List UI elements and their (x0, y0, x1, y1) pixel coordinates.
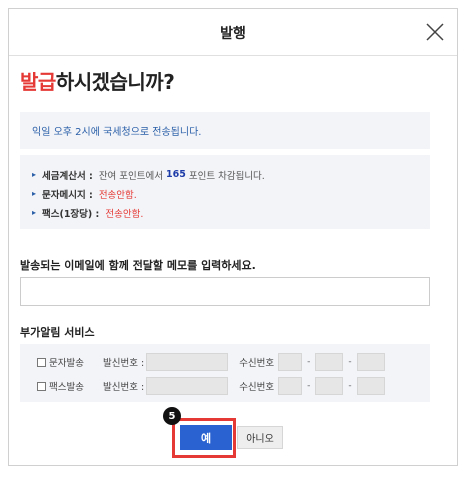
fax-sender-number-field[interactable] (146, 377, 229, 395)
alert-service-label: 부가알림 서비스 (20, 326, 95, 339)
detail-label: 세금계산서 : (42, 170, 93, 182)
step-highlight-box (172, 418, 236, 458)
detail-row-sms: ▸ 문자메시지 : 전송안함. (32, 184, 418, 203)
detail-label: 문자메시지 : (42, 189, 93, 201)
dialog-header: 발행 (9, 9, 457, 56)
bullet-icon: ▸ (32, 189, 37, 198)
sender-label: 발신번호 : (103, 382, 145, 393)
heading-accent: 발급 (20, 70, 56, 94)
point-number: 165 (166, 169, 186, 180)
memo-input[interactable] (20, 277, 430, 306)
bullet-icon: ▸ (32, 170, 37, 179)
receiver-label: 수신번호 (239, 382, 275, 393)
close-icon[interactable] (423, 20, 447, 44)
sender-label: 발신번호 : (103, 358, 145, 369)
sms-receiver-part3[interactable] (356, 353, 385, 371)
fax-receiver-part2[interactable] (315, 377, 344, 395)
detail-row-tax-invoice: ▸ 세금계산서 : 잔여 포인트에서 165 포인트 차감됩니다. (32, 165, 418, 184)
detail-value: 전송안함. (105, 208, 144, 220)
heading-rest: 하시겠습니까? (55, 70, 175, 94)
memo-label: 발송되는 이메일에 함께 전달할 메모를 입력하세요. (20, 259, 256, 272)
alert-service-box: 문자발송 발신번호 : 수신번호 - - 팩스발송 발신번호 : 수신번호 - … (20, 344, 430, 402)
sms-checkbox[interactable] (37, 357, 46, 367)
sms-receiver-part1[interactable] (278, 353, 303, 371)
dash: - (348, 381, 352, 391)
sms-sender-number-field[interactable] (146, 353, 229, 371)
dash: - (307, 357, 311, 367)
sms-label: 문자발송 (49, 358, 84, 369)
fax-checkbox[interactable] (37, 381, 46, 391)
fax-receiver-part3[interactable] (356, 377, 385, 395)
detail-value: 전송안함. (98, 189, 137, 201)
detail-text: 포인트 차감됩니다. (188, 170, 265, 182)
confirm-heading: 발급하시겠습니까? (20, 66, 175, 95)
detail-text: 잔여 포인트에서 (98, 170, 164, 182)
dash: - (348, 357, 352, 367)
sms-row: 문자발송 발신번호 : 수신번호 - - (20, 352, 385, 372)
detail-row-fax: ▸ 팩스(1장당) : 전송안함. (32, 203, 418, 222)
details-box: ▸ 세금계산서 : 잔여 포인트에서 165 포인트 차감됩니다. ▸ 문자메시… (20, 155, 430, 229)
notice-box: 익일 오후 2시에 국세청으로 전송됩니다. (20, 112, 430, 149)
sms-receiver-part2[interactable] (315, 353, 344, 371)
no-button[interactable]: 아니오 (237, 426, 283, 449)
fax-label: 팩스발송 (49, 382, 84, 393)
dialog-title: 발행 (220, 26, 246, 42)
receiver-label: 수신번호 (239, 358, 275, 369)
fax-receiver-part1[interactable] (278, 377, 303, 395)
detail-label: 팩스(1장당) : (42, 208, 100, 220)
fax-row: 팩스발송 발신번호 : 수신번호 - - (20, 376, 385, 396)
dash: - (307, 381, 311, 391)
step-number-badge: 5 (163, 407, 181, 425)
bullet-icon: ▸ (32, 208, 37, 217)
notice-text: 익일 오후 2시에 국세청으로 전송됩니다. (32, 127, 202, 138)
